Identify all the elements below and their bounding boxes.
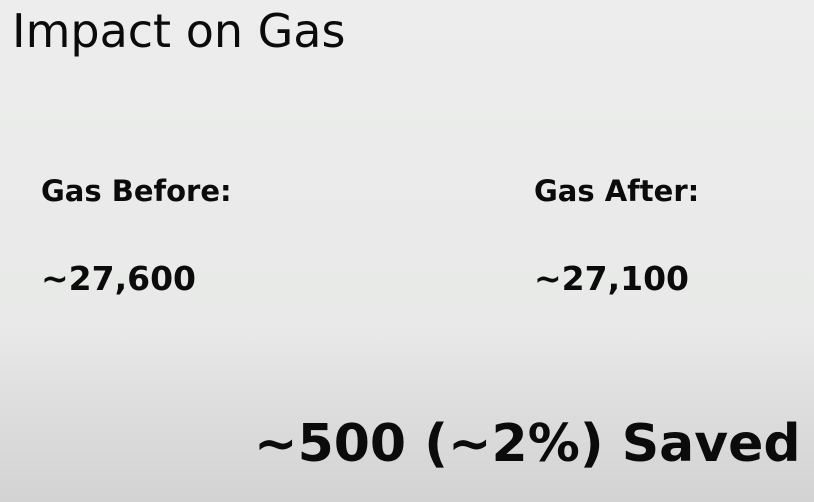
gas-after-value: ~27,100: [534, 259, 689, 298]
gas-before-value: ~27,600: [41, 259, 196, 298]
gas-after-label: Gas After:: [534, 174, 700, 208]
slide: Impact on Gas Gas Before: ~27,600 Gas Af…: [0, 0, 814, 502]
gas-saved-summary: ~500 (~2%) Saved: [254, 414, 801, 474]
gas-before-label: Gas Before:: [41, 174, 232, 208]
slide-title: Impact on Gas: [12, 4, 346, 58]
